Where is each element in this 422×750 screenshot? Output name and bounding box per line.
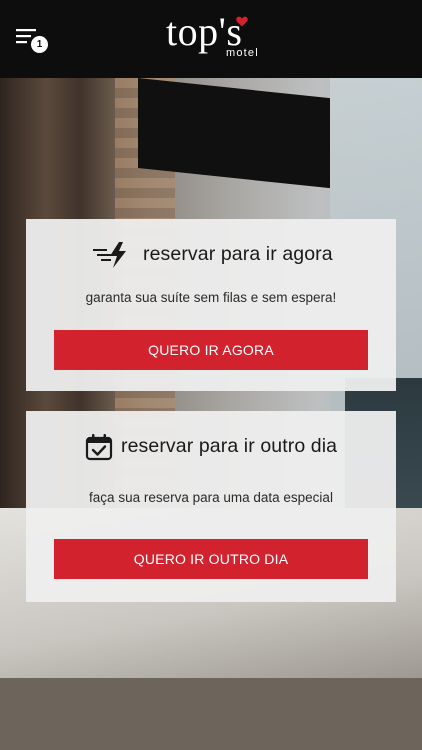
menu-button[interactable]: 1 (16, 28, 50, 54)
heart-icon (236, 16, 248, 27)
go-now-button[interactable]: QUERO IR AGORA (54, 330, 368, 370)
card-title: reservar para ir agora (143, 243, 333, 265)
app-header: 1 top's motel (0, 0, 422, 78)
tops-motel-logo: top's motel (162, 10, 272, 66)
card-subtitle: garanta sua suíte sem filas e sem espera… (85, 290, 337, 305)
go-other-day-button[interactable]: QUERO IR OUTRO DIA (54, 539, 368, 579)
calendar-check-icon (85, 434, 113, 461)
card-reserve-now: reservar para ir agora garanta sua suíte… (26, 219, 396, 391)
notification-badge: 1 (31, 36, 48, 53)
card-subtitle: faça sua reserva para uma data especial (89, 490, 333, 505)
card-title: reservar para ir outro dia (121, 435, 338, 457)
card-reserve-other-day: reservar para ir outro dia faça sua rese… (26, 411, 396, 602)
logo-subtitle: motel (226, 47, 259, 59)
lightning-icon (93, 242, 126, 268)
